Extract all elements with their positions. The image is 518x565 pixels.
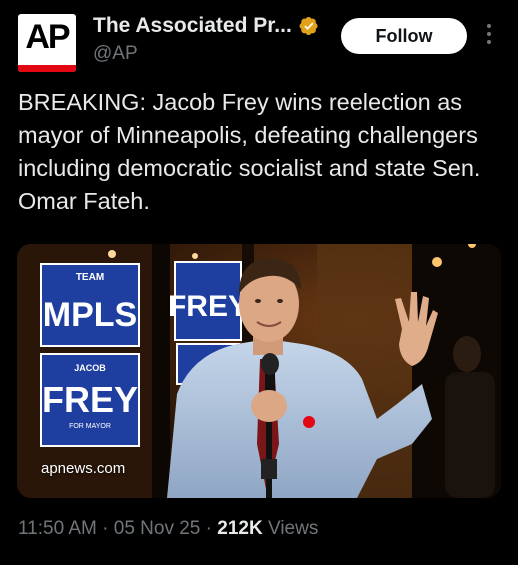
tweet-meta: 11:50 AM · 05 Nov 25 · 212K Views [18,518,318,540]
views-label: Views [267,518,319,539]
author-name-row: The Associated Pr... [93,14,319,38]
sign2-big-text: FREY [168,290,248,323]
tweet-date[interactable]: 05 Nov 25 [114,518,201,539]
link-card-domain: apnews.com [41,460,126,477]
campaign-sign-frey-upper: FREY [168,261,248,341]
link-card-image[interactable]: TEAM MPLS JACOB FREY FOR MAYOR FREY apne… [17,244,501,498]
meta-separator: · [102,518,109,539]
avatar-logo-text: AP [25,18,70,56]
sign3-small-text: JACOB [74,363,106,373]
more-vertical-icon[interactable] [484,24,494,50]
sign3-sub-text: FOR MAYOR [69,423,111,430]
avatar[interactable]: AP [18,14,76,72]
campaign-sign-mpls: TEAM MPLS [40,263,140,347]
sign1-small-text: TEAM [76,272,104,283]
display-name[interactable]: The Associated Pr... [93,14,292,38]
sign3-big-text: FREY [42,379,138,420]
meta-separator: · [205,518,212,539]
verified-badge-icon [299,16,319,36]
sign1-big-text: MPLS [43,296,137,334]
tweet-time[interactable]: 11:50 AM [18,518,97,539]
campaign-sign-frey-lower: JACOB FREY FOR MAYOR [40,353,140,447]
tweet-text: BREAKING: Jacob Frey wins reelection as … [18,89,481,214]
follow-button[interactable]: Follow [341,18,467,54]
author-handle[interactable]: @AP [93,43,138,65]
avatar-red-bar [18,65,76,72]
views-count: 212K [217,518,263,539]
